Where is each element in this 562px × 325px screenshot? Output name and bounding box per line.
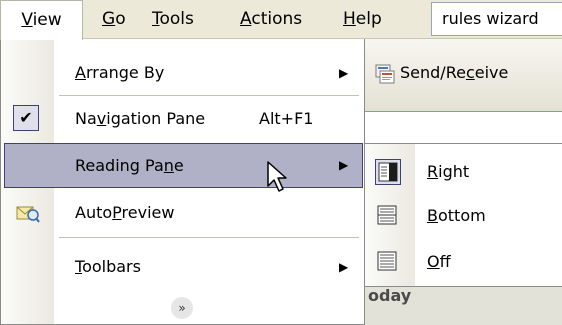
expand-menu-chevron-icon[interactable]: » — [171, 297, 193, 319]
reading-pane-label: Reading Pane — [75, 156, 184, 175]
menu-item-reading-pane[interactable]: Reading Pane ▶ — [4, 143, 363, 188]
menu-tools-label: ools — [159, 9, 194, 29]
view-menu-dropdown: Arrange By ▶ ✔ Navigation Pane Alt+F1 Re… — [0, 39, 365, 325]
menu-actions[interactable]: Actions — [240, 0, 302, 38]
reading-pane-submenu: Right Bottom Off — [364, 143, 562, 287]
submenu-bottom-label: Bottom — [427, 206, 486, 225]
reading-pane-off-icon — [375, 249, 401, 275]
menu-separator — [59, 95, 359, 96]
navigation-pane-label: Navigation Pane — [75, 109, 206, 128]
toolbars-label: Toolbars — [75, 257, 141, 276]
menu-item-arrange-by[interactable]: Arrange By ▶ — [1, 51, 364, 95]
submenu-item-right[interactable]: Right — [365, 150, 562, 194]
send-receive-label-post: eive — [474, 63, 509, 82]
menu-actions-mnemonic: A — [240, 9, 252, 29]
autopreview-label: AutoPreview — [75, 203, 175, 222]
submenu-arrow-icon: ▶ — [339, 66, 349, 80]
submenu-item-off[interactable]: Off — [365, 240, 562, 284]
help-search-input[interactable]: rules wizard — [431, 2, 562, 36]
reading-pane-bottom-icon — [375, 203, 401, 229]
send-receive-mnemonic: c — [465, 63, 475, 82]
menu-tools-mnemonic: T — [152, 9, 160, 29]
autopreview-icon — [16, 202, 40, 224]
submenu-item-bottom[interactable]: Bottom — [365, 194, 562, 238]
menu-view-label: iew — [32, 10, 62, 30]
menu-view-mnemonic: V — [21, 10, 33, 30]
submenu-off-label: Off — [427, 252, 451, 271]
send-receive-icon — [374, 63, 396, 85]
mouse-pointer-icon — [266, 160, 290, 198]
menu-help-mnemonic: H — [343, 9, 356, 29]
today-group-header: oday — [352, 285, 562, 325]
menu-item-autopreview[interactable]: AutoPreview — [1, 191, 364, 235]
today-label: oday — [368, 286, 412, 305]
address-strip — [365, 111, 562, 137]
send-receive-button[interactable]: Send/Receive — [374, 58, 508, 88]
menu-help-label: elp — [355, 9, 382, 29]
submenu-arrow-icon: ▶ — [339, 158, 349, 172]
menu-help[interactable]: Help — [343, 0, 382, 38]
send-receive-label-pre: Send/Re — [400, 63, 466, 82]
menu-bar: View Go Tools Actions Help rules wizard — [0, 0, 562, 40]
submenu-right-label: Right — [427, 162, 470, 181]
checkmark-icon: ✔ — [13, 105, 39, 131]
menu-go-mnemonic: G — [102, 9, 116, 29]
menu-go-label: o — [115, 9, 126, 29]
menu-go[interactable]: Go — [102, 0, 126, 38]
menu-view[interactable]: View — [0, 0, 83, 40]
reading-pane-right-icon — [375, 159, 401, 185]
menu-tools[interactable]: Tools — [152, 0, 194, 38]
navigation-pane-shortcut: Alt+F1 — [259, 109, 314, 128]
menu-actions-label: ctions — [251, 9, 303, 29]
menu-item-navigation-pane[interactable]: ✔ Navigation Pane Alt+F1 — [1, 97, 364, 141]
menu-item-toolbars[interactable]: Toolbars ▶ — [1, 245, 364, 289]
menu-separator — [59, 237, 359, 238]
arrange-by-label: Arrange By — [75, 63, 165, 82]
submenu-arrow-icon: ▶ — [339, 260, 349, 274]
